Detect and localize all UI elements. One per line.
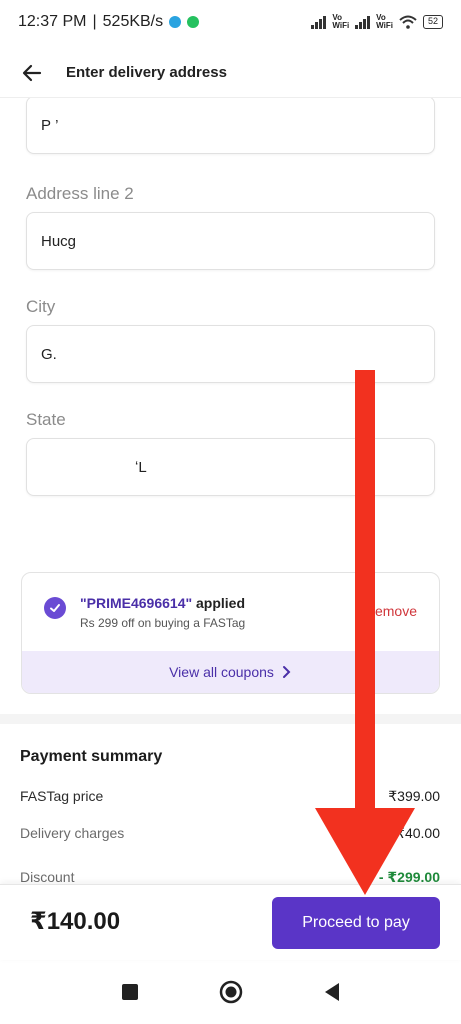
- status-left: 12:37 PM | 525KB/s: [18, 13, 200, 31]
- address-line-2-input[interactable]: Huсɡ: [26, 212, 435, 270]
- address-line-1-input[interactable]: Р ’: [26, 96, 435, 154]
- view-all-coupons-button[interactable]: View all coupons: [22, 651, 439, 693]
- summary-value: ₹399.00: [388, 788, 440, 804]
- coupon-row: "PRIME4696614" applied Rs 299 off on buy…: [22, 573, 439, 630]
- state-label: State: [26, 410, 66, 429]
- summary-row-fastag-price: FASTag price ₹399.00: [20, 788, 440, 805]
- city-input[interactable]: G.: [26, 325, 435, 383]
- whatsapp-icon: [187, 16, 200, 28]
- coupon-texts: "PRIME4696614" applied Rs 299 off on buy…: [80, 595, 245, 630]
- view-all-coupons-label: View all coupons: [169, 664, 274, 680]
- section-divider: [0, 714, 461, 724]
- chevron-right-icon: [282, 666, 291, 678]
- payment-summary-title: Payment summary: [20, 748, 163, 765]
- address-line-2-value: Huсɡ: [41, 232, 77, 250]
- check-circle-icon: [44, 597, 66, 619]
- summary-label: Delivery charges: [20, 825, 125, 841]
- back-triangle-icon[interactable]: [323, 982, 341, 1002]
- address-line-1-value: Р ’: [41, 116, 59, 134]
- wifi-icon: [399, 15, 417, 29]
- system-nav-bar: [0, 960, 461, 1024]
- page-title: Enter delivery address: [66, 64, 227, 81]
- summary-label: FASTag price: [20, 788, 104, 804]
- arrow-left-icon[interactable]: [20, 61, 44, 85]
- remove-coupon-button[interactable]: Remove: [365, 603, 417, 619]
- city-label: City: [26, 297, 56, 316]
- vowifi-icon-2: Vo WiFi: [376, 13, 393, 30]
- home-icon[interactable]: [219, 980, 243, 1004]
- proceed-to-pay-button[interactable]: Proceed to pay: [272, 897, 440, 949]
- state-input[interactable]: ʻL: [26, 438, 435, 496]
- coupon-description: Rs 299 off on buying a FASTag: [80, 616, 246, 630]
- coupon-applied-text: "PRIME4696614" applied: [80, 595, 245, 611]
- vowifi-icon: Vo WiFi: [332, 13, 350, 30]
- status-bar: 12:37 PM | 525KB/s Vo WiFi Vo WiFi 52: [0, 0, 461, 44]
- summary-value: ₹40.00: [396, 825, 440, 841]
- total-amount: ₹140.00: [30, 908, 121, 935]
- summary-row-delivery: Delivery charges ₹40.00: [20, 825, 440, 842]
- telegram-icon: [169, 16, 182, 28]
- recents-icon[interactable]: [121, 983, 139, 1001]
- signal-icon: [311, 15, 327, 29]
- coupon-applied-word: applied: [192, 595, 246, 611]
- signal-icon-2: [355, 15, 371, 29]
- network-speed: 525KB/s: [102, 13, 164, 30]
- address-line-2-label: Address line 2: [26, 184, 134, 203]
- status-right: Vo WiFi Vo WiFi 52: [311, 14, 443, 30]
- battery-icon: 52: [422, 15, 443, 29]
- city-value: G.: [41, 345, 57, 363]
- coupon-card: "PRIME4696614" applied Rs 299 off on buy…: [21, 572, 440, 694]
- state-value: ʻL: [135, 458, 147, 476]
- coupon-code: "PRIME4696614": [80, 595, 193, 611]
- status-separator: |: [92, 13, 97, 30]
- app-header: Enter delivery address: [0, 48, 461, 98]
- status-time: 12:37 PM: [18, 13, 87, 30]
- checkout-bar: ₹140.00 Proceed to pay: [0, 884, 461, 960]
